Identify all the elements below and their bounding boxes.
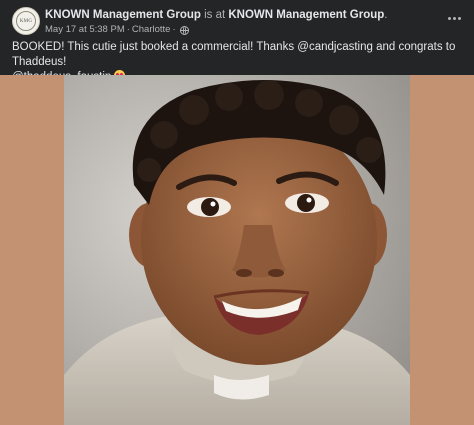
is-at-text: is at: [200, 9, 229, 21]
portrait-image: [64, 75, 410, 425]
avatar-text: KMG: [19, 18, 33, 24]
meta-separator: ·: [126, 24, 130, 35]
period-text: .: [384, 9, 388, 21]
page-name-link[interactable]: KNOWN Management Group: [45, 9, 201, 21]
post-photo-container[interactable]: [0, 75, 474, 425]
timestamp-link[interactable]: May 17 at 5:38 PM: [45, 24, 125, 36]
page-avatar[interactable]: KMG: [12, 7, 40, 35]
post-meta: May 17 at 5:38 PM · Charlotte ·: [45, 24, 189, 36]
caption-text: BOOKED! This cutie just booked a commerc…: [12, 41, 456, 68]
post-header: KMG KNOWN Management Group is at KNOWN M…: [10, 6, 470, 38]
place-text: Charlotte: [131, 24, 171, 35]
logo-icon: KMG: [16, 11, 36, 31]
location-link[interactable]: KNOWN Management Group: [228, 9, 384, 21]
more-options-button[interactable]: [444, 10, 464, 26]
post-photo[interactable]: [64, 75, 410, 425]
meta-separator-2: ·: [172, 24, 176, 35]
more-options-icon: [447, 16, 451, 20]
facebook-post: KMG KNOWN Management Group is at KNOWN M…: [0, 0, 474, 425]
globe-icon[interactable]: [179, 25, 189, 35]
post-author-line: KNOWN Management Group is at KNOWN Manag…: [45, 8, 387, 22]
